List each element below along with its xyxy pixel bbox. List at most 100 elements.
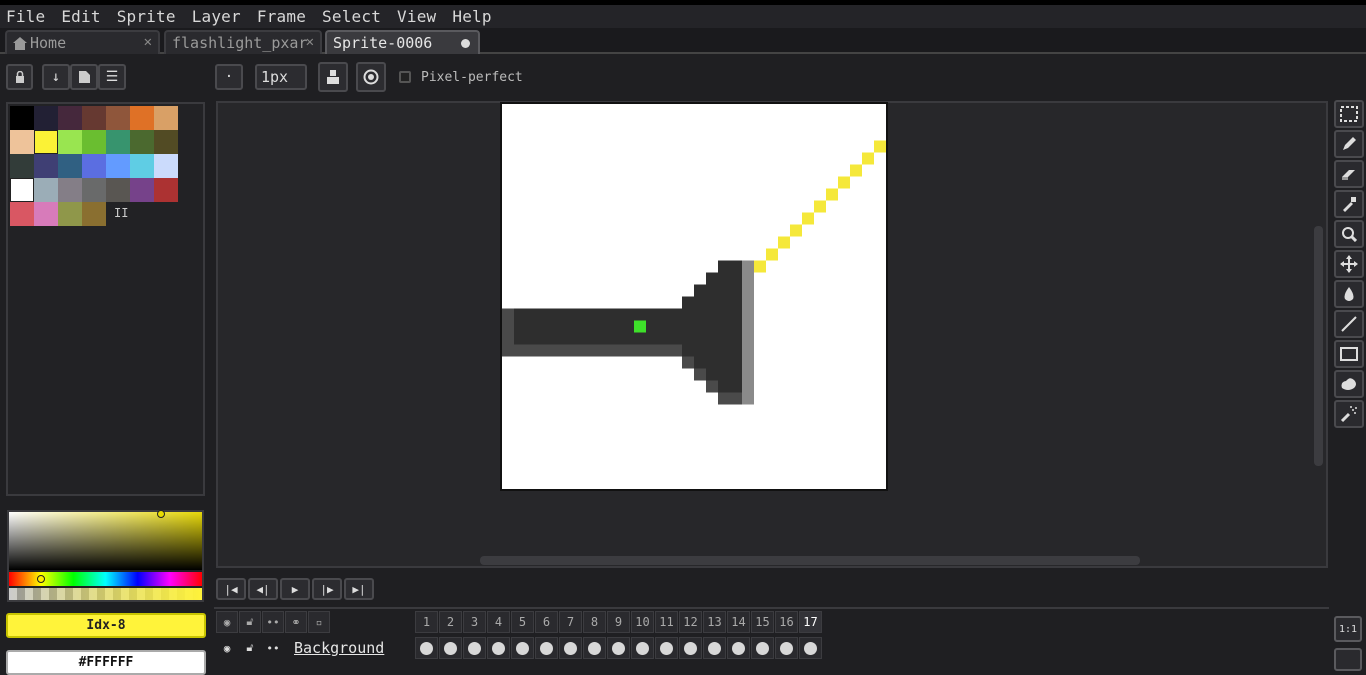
contour-icon[interactable] <box>1334 370 1364 398</box>
palette-swatch[interactable] <box>10 130 34 154</box>
palette-swatch[interactable] <box>58 130 82 154</box>
cel[interactable] <box>463 637 486 659</box>
horizontal-scrollbar[interactable] <box>480 556 1140 565</box>
close-icon[interactable]: ✕ <box>306 34 314 50</box>
cel[interactable] <box>439 637 462 659</box>
cel[interactable] <box>775 637 798 659</box>
cel[interactable] <box>799 637 822 659</box>
layer-name-background[interactable]: Background <box>292 637 414 659</box>
first-frame-icon[interactable]: |◀ <box>216 578 246 600</box>
palette-swatch[interactable] <box>34 130 58 154</box>
frame-number[interactable]: 16 <box>775 611 798 633</box>
lock-icon[interactable] <box>6 64 33 90</box>
alpha-slider[interactable] <box>9 588 202 600</box>
palette-swatch[interactable] <box>130 178 154 202</box>
rectangular-marquee-icon[interactable] <box>1334 100 1364 128</box>
visibility-header-icon[interactable]: ◉ <box>216 611 238 633</box>
gear-icon[interactable]: ▫ <box>308 611 330 633</box>
menu-view[interactable]: View <box>391 7 442 26</box>
palette-swatch[interactable] <box>130 154 154 178</box>
frame-number[interactable]: 3 <box>463 611 486 633</box>
layers-header-icon[interactable]: ⚭ <box>285 611 307 633</box>
eye-icon[interactable]: ◉ <box>216 637 238 659</box>
frame-number[interactable]: 15 <box>751 611 774 633</box>
palette-swatch[interactable] <box>58 178 82 202</box>
cel[interactable] <box>535 637 558 659</box>
palette-swatch[interactable] <box>106 154 130 178</box>
lock-header-icon[interactable]: 🔓︎ <box>239 611 261 633</box>
opacity-icon[interactable] <box>356 62 386 92</box>
brush-type-icon[interactable]: · <box>215 64 243 90</box>
vertical-scrollbar[interactable] <box>1314 226 1323 466</box>
cel[interactable] <box>583 637 606 659</box>
frame-number[interactable]: 6 <box>535 611 558 633</box>
menu-layer[interactable]: Layer <box>186 7 247 26</box>
palette-swatch[interactable] <box>58 202 82 226</box>
palette-swatch[interactable] <box>106 130 130 154</box>
palette-swatch[interactable] <box>58 154 82 178</box>
cel[interactable] <box>631 637 654 659</box>
palette-swatch[interactable] <box>10 154 34 178</box>
frame-number[interactable]: 1 <box>415 611 438 633</box>
menu-select[interactable]: Select <box>316 7 387 26</box>
brush-size-field[interactable]: 1px <box>255 64 307 90</box>
menu-sprite[interactable]: Sprite <box>111 7 182 26</box>
background-color-button[interactable]: #FFFFFF <box>6 650 206 675</box>
last-frame-icon[interactable]: ▶| <box>344 578 374 600</box>
palette-sort-down-icon[interactable]: ↓ <box>42 64 70 90</box>
sv-handle[interactable] <box>157 510 165 518</box>
rectangle-icon[interactable] <box>1334 340 1364 368</box>
palette-swatch[interactable] <box>58 106 82 130</box>
palette-options-icon[interactable]: ☰ <box>98 64 126 90</box>
pixel-perfect-checkbox[interactable] <box>399 71 411 83</box>
zoom-icon[interactable] <box>1334 220 1364 248</box>
cel[interactable] <box>511 637 534 659</box>
sprite-canvas[interactable] <box>500 102 888 491</box>
menu-edit[interactable]: Edit <box>55 7 106 26</box>
cel[interactable] <box>679 637 702 659</box>
frame-number[interactable]: 4 <box>487 611 510 633</box>
next-frame-icon[interactable]: |▶ <box>312 578 342 600</box>
palette-swatch[interactable] <box>10 106 34 130</box>
palette-swatch[interactable] <box>82 106 106 130</box>
palette-swatch[interactable] <box>82 202 106 226</box>
move-icon[interactable] <box>1334 250 1364 278</box>
tab-flashlight[interactable]: flashlight_pxar ✕ <box>164 30 322 54</box>
frame-list-icon[interactable] <box>1334 648 1362 671</box>
palette-swatch[interactable] <box>154 178 178 202</box>
play-icon[interactable]: ▶ <box>280 578 310 600</box>
frame-number[interactable]: 8 <box>583 611 606 633</box>
cel[interactable] <box>727 637 750 659</box>
palette-swatch[interactable] <box>82 178 106 202</box>
frame-number[interactable]: 13 <box>703 611 726 633</box>
line-icon[interactable] <box>1334 310 1364 338</box>
tab-sprite-0006[interactable]: Sprite-0006 <box>325 30 480 54</box>
palette-swatch[interactable] <box>106 178 130 202</box>
cel[interactable] <box>487 637 510 659</box>
pencil-icon[interactable] <box>1334 130 1364 158</box>
palette-swatch[interactable] <box>34 178 58 202</box>
palette-swatch[interactable] <box>34 202 58 226</box>
palette-swatch[interactable] <box>82 154 106 178</box>
palette-swatch[interactable] <box>106 106 130 130</box>
saturation-value-field[interactable] <box>9 512 202 570</box>
modified-dot-icon[interactable] <box>461 39 470 48</box>
cel[interactable] <box>559 637 582 659</box>
unlock-icon[interactable]: 🔓︎ <box>239 637 261 659</box>
close-icon[interactable]: ✕ <box>144 34 152 50</box>
palette-swatch[interactable] <box>130 130 154 154</box>
palette-swatch[interactable] <box>130 106 154 130</box>
cel[interactable] <box>415 637 438 659</box>
palette-swatch[interactable] <box>154 130 178 154</box>
frame-number[interactable]: 2 <box>439 611 462 633</box>
menu-file[interactable]: File <box>0 7 51 26</box>
frame-number[interactable]: 10 <box>631 611 654 633</box>
foreground-color-button[interactable]: Idx-8 <box>6 613 206 638</box>
frame-number[interactable]: 14 <box>727 611 750 633</box>
palette-swatch[interactable] <box>82 130 106 154</box>
frame-number[interactable]: 11 <box>655 611 678 633</box>
hue-handle[interactable] <box>37 575 45 583</box>
cel[interactable] <box>751 637 774 659</box>
ink-icon[interactable] <box>318 62 348 92</box>
palette-swatch[interactable] <box>154 106 178 130</box>
